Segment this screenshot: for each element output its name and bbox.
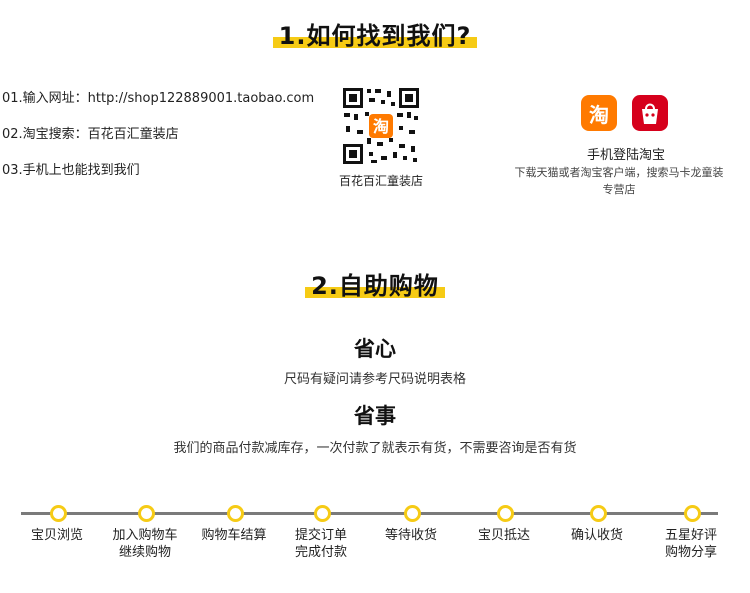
point-description-stock: 我们的商品付款减库存，一次付款了就表示有货，不需要咨询是否有货	[173, 441, 577, 456]
step-dot	[404, 505, 421, 522]
tmall-app-icon[interactable]	[632, 95, 668, 131]
mobile-login-title: 手机登陆淘宝	[586, 148, 665, 163]
point-heading-hassle-free: 省事	[354, 404, 396, 428]
step-label-line: 购物车结算	[201, 528, 267, 543]
step-label-review-share: 五星好评 购物分享	[643, 527, 739, 561]
svg-text:淘: 淘	[373, 117, 389, 136]
step-dot	[684, 505, 701, 522]
step-label-line: 加入购物车	[112, 528, 178, 543]
qr-code-icon: 淘	[341, 86, 421, 166]
step-label-line: 完成付款	[294, 545, 347, 560]
step-label-await-delivery: 等待收货	[363, 527, 459, 544]
step-dot	[50, 505, 67, 522]
step-label-browse: 宝贝浏览	[9, 527, 105, 544]
step-dot	[138, 505, 155, 522]
step-dot	[227, 505, 244, 522]
step-label-line: 五星好评	[664, 528, 717, 543]
step-label-arrived: 宝贝抵达	[456, 527, 552, 544]
step-label-line: 提交订单	[294, 528, 347, 543]
section-title-find-us: 1.如何找到我们?	[0, 16, 750, 51]
step-label-line: 宝贝抵达	[477, 528, 530, 543]
find-method-mobile: 03.手机上也能找到我们	[2, 163, 140, 178]
step-label-line: 继续购物	[118, 545, 171, 560]
taobao-icon-glyph: 淘	[589, 102, 609, 127]
step-label-line: 确认收货	[570, 528, 623, 543]
step-label-line: 购物分享	[664, 545, 717, 560]
step-dot	[314, 505, 331, 522]
section-title-self-service: 2.自助购物	[0, 266, 750, 301]
point-description-size: 尺码有疑问请参考尺码说明表格	[283, 372, 466, 387]
taobao-app-icon[interactable]: 淘	[581, 95, 617, 131]
find-method-search: 02.淘宝搜索：百花百汇童装店	[2, 127, 179, 142]
find-method-url[interactable]: 01.输入网址：http://shop122889001.taobao.com	[2, 87, 314, 106]
step-label-checkout: 购物车结算	[186, 527, 282, 544]
step-label-submit-order: 提交订单 完成付款	[273, 527, 369, 561]
step-label-add-to-cart: 加入购物车 继续购物	[97, 527, 193, 561]
qr-caption: 百花百汇童装店	[338, 174, 423, 188]
step-dot	[590, 505, 607, 522]
step-label-confirm-receipt: 确认收货	[549, 527, 645, 544]
process-timeline	[21, 512, 718, 515]
mobile-login-description: 下载天猫或者淘宝客户端，搜索马卡龙童装专营店	[514, 166, 724, 196]
point-heading-worry-free: 省心	[354, 337, 396, 361]
tmall-bag-icon	[642, 103, 658, 124]
step-label-line: 等待收货	[384, 528, 437, 543]
step-dot	[497, 505, 514, 522]
step-label-line: 宝贝浏览	[30, 528, 83, 543]
